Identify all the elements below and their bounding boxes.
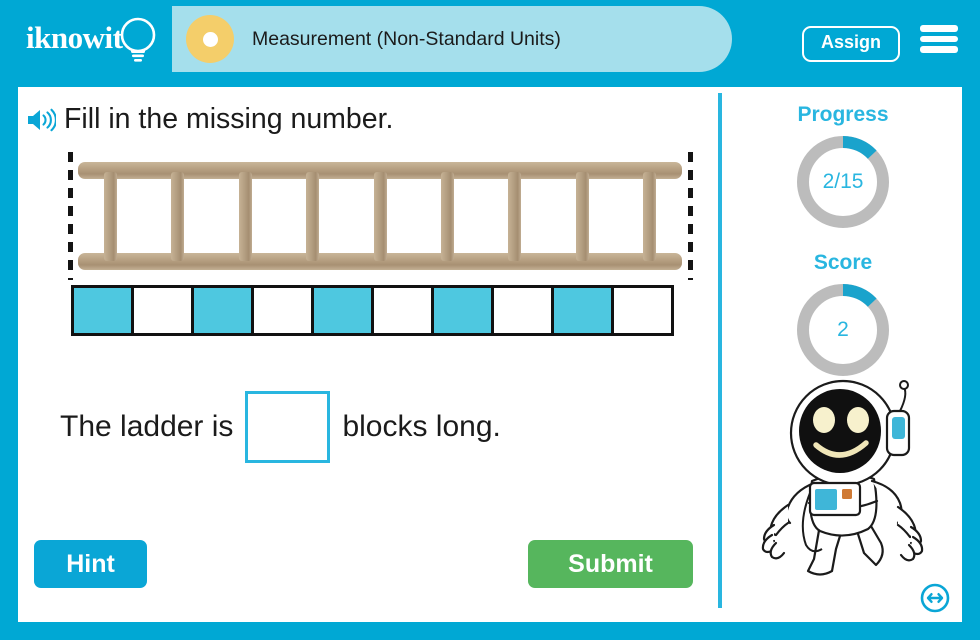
measure-guide-right: [688, 152, 693, 280]
measuring-block: [374, 288, 431, 333]
question-canvas: Fill in the missing number. The ladder i…: [18, 87, 962, 622]
app-window: iknowit Measurement (Non-Standard Units)…: [0, 0, 980, 640]
measuring-block: [134, 288, 191, 333]
status-sidebar: Progress 2/15 Score 2: [724, 87, 962, 622]
answer-sentence: The ladder is blocks long.: [60, 387, 501, 467]
measuring-block: [554, 288, 611, 333]
lesson-title-pill: Measurement (Non-Standard Units): [172, 6, 732, 72]
measuring-block: [314, 288, 371, 333]
progress-meter: Progress 2/15: [724, 103, 962, 233]
prompt-row: Fill in the missing number.: [26, 103, 393, 136]
submit-button[interactable]: Submit: [528, 540, 693, 588]
measure-guide-left: [68, 152, 73, 280]
ladder-graphic: [78, 162, 682, 270]
arrows-left-right-circle-icon[interactable]: [920, 583, 950, 613]
astronaut-mascot: [761, 379, 924, 576]
score-ring: 2: [792, 279, 894, 381]
lesson-title: Measurement (Non-Standard Units): [252, 27, 561, 50]
ladder-rung: [104, 172, 117, 261]
measuring-block: [614, 288, 671, 333]
hint-button[interactable]: Hint: [34, 540, 147, 588]
lesson-dot-inner: [202, 31, 218, 47]
panel-divider: [718, 93, 722, 608]
score-value: 2: [837, 318, 849, 341]
sentence-prefix: The ladder is: [60, 410, 234, 443]
logo-text: iknowit: [26, 20, 123, 55]
score-meter: Score 2: [724, 251, 962, 381]
ladder-rung: [238, 172, 252, 261]
lesson-dot-icon: [186, 15, 234, 63]
measuring-block: [194, 288, 251, 333]
measuring-block: [494, 288, 551, 333]
ladder-rung: [440, 172, 454, 261]
progress-value: 2/15: [822, 170, 864, 193]
menu-bar-1: [920, 25, 958, 32]
speaker-icon[interactable]: [26, 107, 56, 133]
content-frame: Fill in the missing number. The ladder i…: [0, 78, 980, 640]
ladder-rung: [373, 172, 387, 261]
progress-ring: 2/15: [792, 131, 894, 233]
progress-label: Progress: [797, 103, 889, 126]
hamburger-menu-icon[interactable]: [920, 24, 958, 54]
measuring-blocks-strip: [71, 285, 674, 336]
lightbulb-icon: [120, 17, 156, 62]
answer-input[interactable]: [245, 391, 331, 463]
ladder-rung: [575, 172, 589, 261]
measuring-block: [74, 288, 131, 333]
menu-bar-2: [920, 35, 958, 42]
prompt-text: Fill in the missing number.: [64, 103, 394, 135]
measuring-block: [254, 288, 311, 333]
ladder-illustration: [68, 152, 698, 280]
iknowit-logo[interactable]: iknowit: [26, 16, 176, 66]
sentence-suffix: blocks long.: [342, 410, 501, 443]
assign-button[interactable]: Assign: [801, 26, 900, 62]
app-header: iknowit Measurement (Non-Standard Units)…: [0, 0, 980, 78]
ladder-rung: [306, 172, 320, 261]
ladder-rung: [643, 172, 656, 261]
ladder-rung: [171, 172, 185, 261]
measuring-block: [434, 288, 491, 333]
score-label: Score: [813, 251, 873, 274]
menu-bar-3: [920, 46, 958, 53]
ladder-rung: [508, 172, 522, 261]
